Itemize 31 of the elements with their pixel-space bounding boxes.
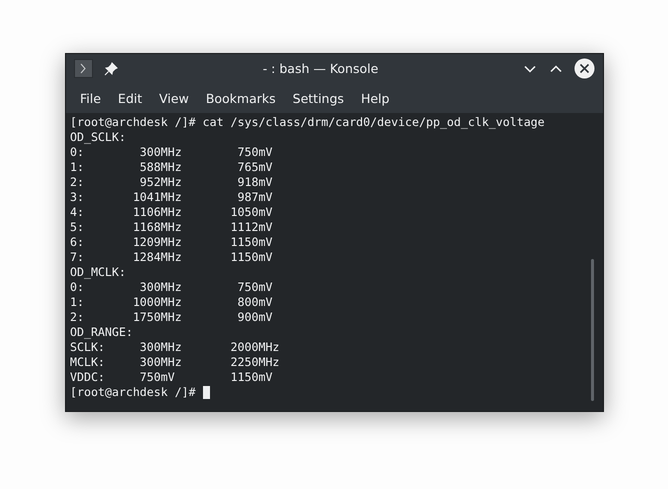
window-title: - : bash — Konsole [262,61,380,76]
terminal-line: 1: 588MHz 765mV [70,160,274,175]
terminal-line: 7: 1284MHz 1150mV [70,250,274,265]
scrollbar[interactable] [591,259,594,401]
terminal-line: OD_RANGE: [70,325,134,340]
terminal-line: [root@archdesk /]# cat /sys/class/drm/card0/device/pp_od_clk_voltage [70,115,546,130]
terminal-line: 1: 1000MHz 800mV [70,295,274,310]
menu-item[interactable]: Help [352,88,398,108]
menu-item[interactable]: File [72,88,109,108]
close-icon[interactable] [574,58,595,79]
menu-item[interactable]: Edit [110,88,150,108]
terminal-line: 4: 1106MHz 1050mV [70,205,274,220]
terminal-line: 2: 952MHz 918mV [70,175,274,190]
terminal-line: 0: 300MHz 750mV [70,280,274,295]
terminal-line: 3: 1041MHz 987mV [70,190,274,205]
terminal-line: 0: 300MHz 750mV [70,145,274,160]
pin-icon[interactable] [103,60,119,76]
terminal-icon[interactable] [74,59,93,78]
terminal-line: 5: 1168MHz 1112mV [70,220,274,235]
terminal-line: SCLK: 300MHz 2000MHz [70,340,280,355]
text-cursor [202,386,210,399]
terminal-line: 2: 1750MHz 900mV [70,310,274,325]
terminal-prompt: [root@archdesk /]# [70,385,196,400]
menu-item[interactable]: Settings [284,88,352,108]
terminal-line: VDDC: 750mV 1150mV [70,370,274,385]
menu-item[interactable]: View [151,88,197,108]
terminal-line: MCLK: 300MHz 2250MHz [70,355,280,370]
terminal-line: OD_SCLK: [70,130,127,145]
terminal-line: 6: 1209MHz 1150mV [70,235,274,250]
menu-item[interactable]: Bookmarks [198,88,284,108]
terminal-line: OD_MCLK: [70,265,127,280]
